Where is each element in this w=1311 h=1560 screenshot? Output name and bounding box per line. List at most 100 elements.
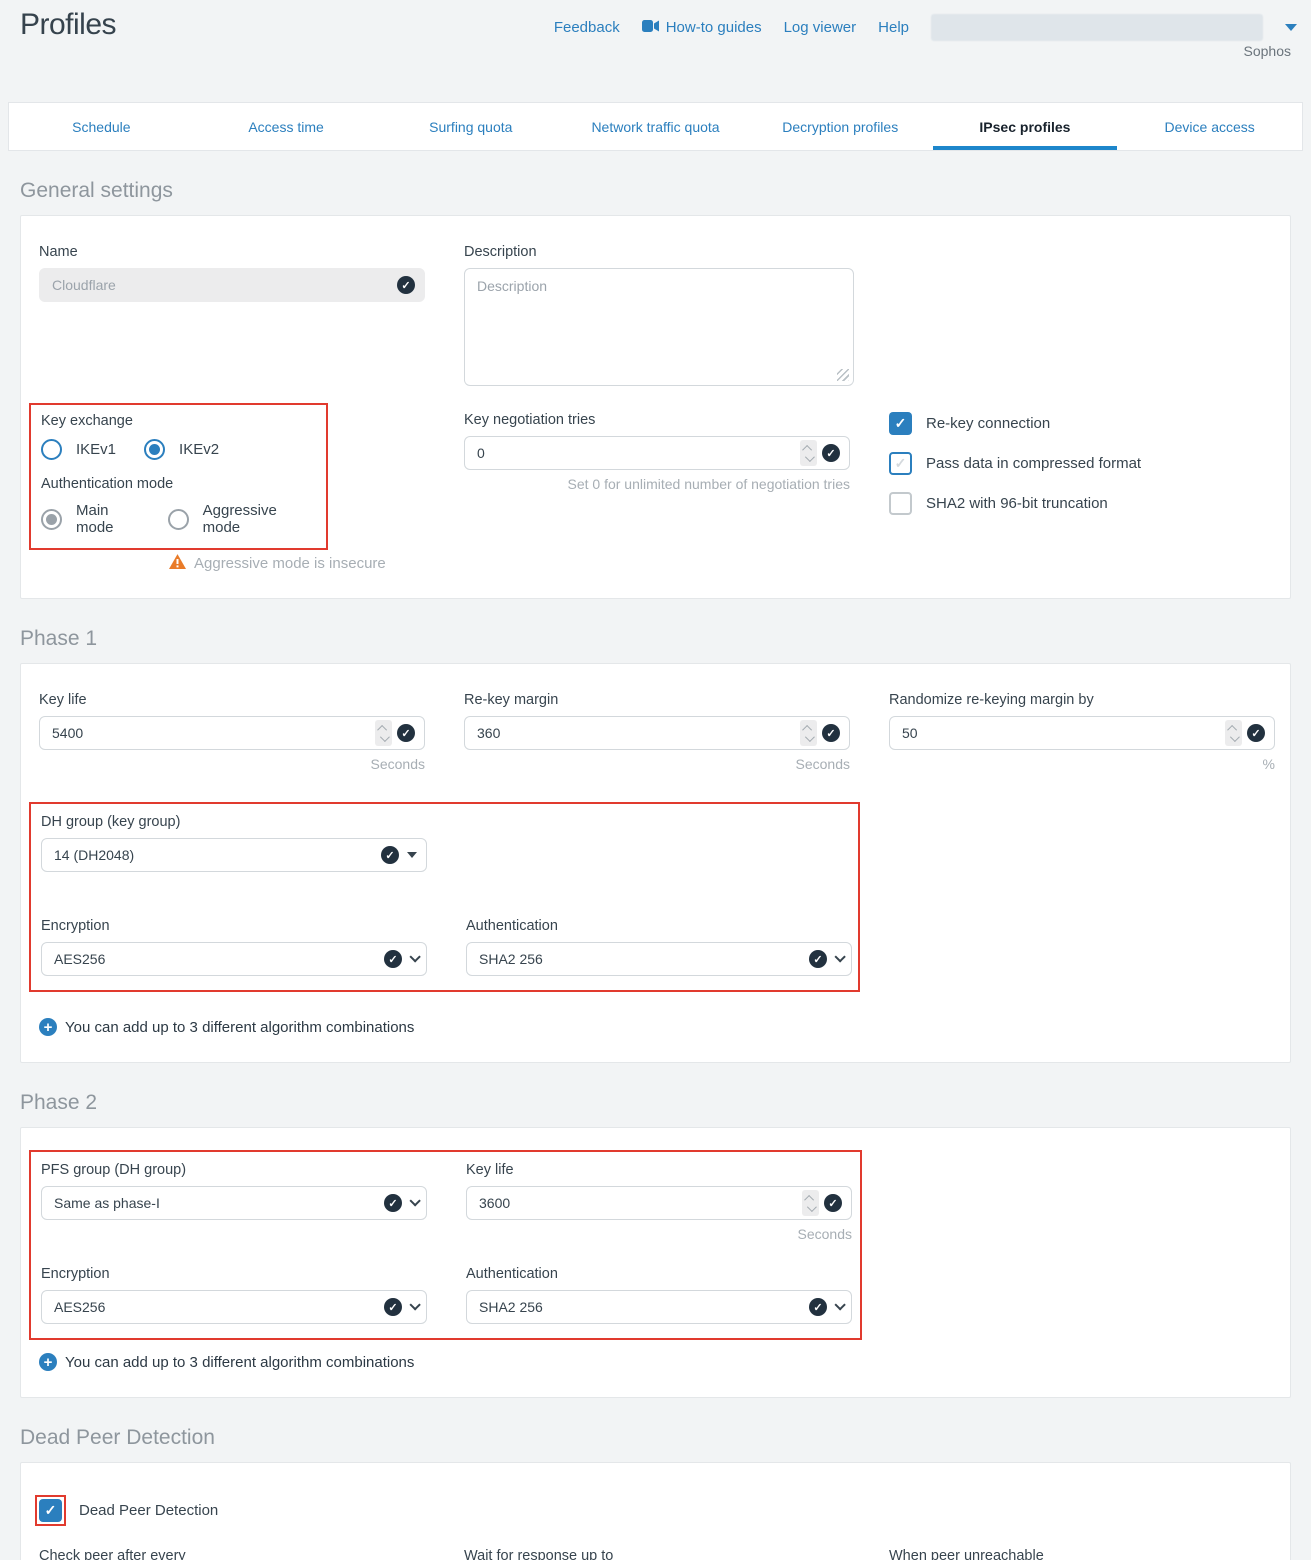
- account-selector[interactable]: [931, 14, 1263, 41]
- sha2-truncation-checkbox[interactable]: [889, 492, 912, 515]
- phase2-heading: Phase 2: [20, 1091, 1311, 1115]
- p2-key-life-input[interactable]: 3600 ✓: [466, 1186, 852, 1220]
- valid-check-icon: ✓: [397, 724, 415, 742]
- aggressive-mode-label: Aggressive mode: [203, 502, 302, 536]
- valid-check-icon: ✓: [824, 1194, 842, 1212]
- page-header: Profiles Feedback How-to guides Log view…: [0, 0, 1311, 102]
- annotation-box-dpd-checkbox: ✓: [35, 1495, 66, 1526]
- annotation-box-phase2-algorithms: PFS group (DH group) Same as phase-I ✓ K…: [29, 1150, 862, 1340]
- p2-encryption-label: Encryption: [41, 1266, 427, 1282]
- compressed-format-label: Pass data in compressed format: [926, 455, 1141, 472]
- valid-check-icon: ✓: [809, 1298, 827, 1316]
- add-icon[interactable]: +: [39, 1353, 57, 1371]
- p1-key-life-label: Key life: [39, 692, 425, 708]
- general-settings-heading: General settings: [20, 179, 1311, 203]
- percent-helper: %: [889, 756, 1275, 772]
- phase1-card: Key life 5400 ✓ Seconds Re-key margin 36…: [20, 663, 1291, 1063]
- seconds-helper: Seconds: [466, 1226, 852, 1242]
- p1-dh-group-select[interactable]: 14 (DH2048) ✓: [41, 838, 427, 872]
- tab-device-access[interactable]: Device access: [1117, 103, 1302, 150]
- name-label: Name: [39, 244, 425, 260]
- p1-dh-group: DH group (key group) 14 (DH2048) ✓: [41, 814, 427, 872]
- key-negotiation-input[interactable]: 0 ✓: [464, 436, 850, 470]
- p1-encryption-select[interactable]: AES256 ✓: [41, 942, 427, 976]
- tab-surfing-quota[interactable]: Surfing quota: [378, 103, 563, 150]
- howto-guides-link[interactable]: How-to guides: [642, 19, 762, 36]
- ikev1-radio[interactable]: [41, 439, 62, 460]
- number-spinner[interactable]: [800, 440, 817, 466]
- valid-check-icon: ✓: [397, 276, 415, 294]
- p1-authentication-label: Authentication: [466, 918, 852, 934]
- key-negotiation-group: Key negotiation tries 0 ✓ Set 0 for unli…: [464, 412, 850, 492]
- rekey-connection-checkbox[interactable]: ✓: [889, 412, 912, 435]
- header-nav: Feedback How-to guides Log viewer Help: [554, 14, 1297, 41]
- tab-network-traffic-quota[interactable]: Network traffic quota: [563, 103, 748, 150]
- p1-key-life-group: Key life 5400 ✓ Seconds: [39, 692, 425, 772]
- description-group: Description Description: [464, 244, 850, 386]
- p1-encryption-label: Encryption: [41, 918, 427, 934]
- compressed-format-checkbox[interactable]: ✓: [889, 452, 912, 475]
- auth-mode-label: Authentication mode: [41, 476, 316, 492]
- valid-check-icon: ✓: [1247, 724, 1265, 742]
- number-spinner[interactable]: [800, 720, 817, 746]
- p1-dh-group-label: DH group (key group): [41, 814, 427, 830]
- annotation-box-key-exchange: Key exchange IKEv1 IKEv2 Authentication …: [29, 403, 328, 550]
- p2-pfs-select[interactable]: Same as phase-I ✓: [41, 1186, 427, 1220]
- p2-add-combination-note: + You can add up to 3 different algorith…: [39, 1353, 1272, 1371]
- number-spinner[interactable]: [802, 1190, 819, 1216]
- help-link[interactable]: Help: [878, 19, 909, 36]
- add-icon[interactable]: +: [39, 1018, 57, 1036]
- p1-randomize-input[interactable]: 50 ✓: [889, 716, 1275, 750]
- p1-key-life-input[interactable]: 5400 ✓: [39, 716, 425, 750]
- key-exchange-label: Key exchange: [41, 413, 316, 429]
- chevron-down-icon[interactable]: [1285, 24, 1297, 31]
- number-spinner[interactable]: [1225, 720, 1242, 746]
- chevron-down-icon: [409, 951, 420, 962]
- dpd-check-peer-group: Check peer after every 30 ✓ Seconds: [39, 1548, 425, 1560]
- brand-label: Sophos: [1244, 43, 1291, 59]
- aggressive-warning: Aggressive mode is insecure: [169, 554, 425, 572]
- p2-pfs-group: PFS group (DH group) Same as phase-I ✓: [41, 1162, 427, 1220]
- dpd-check-peer-label: Check peer after every: [39, 1548, 425, 1560]
- number-spinner[interactable]: [375, 720, 392, 746]
- tab-access-time[interactable]: Access time: [194, 103, 379, 150]
- valid-check-icon: ✓: [384, 950, 402, 968]
- key-exchange-group: Key exchange IKEv1 IKEv2 Authentication …: [39, 412, 425, 572]
- p1-rekey-margin-input[interactable]: 360 ✓: [464, 716, 850, 750]
- valid-check-icon: ✓: [822, 444, 840, 462]
- feedback-link[interactable]: Feedback: [554, 19, 620, 36]
- log-viewer-link[interactable]: Log viewer: [784, 19, 857, 36]
- name-group: Name Cloudflare ✓: [39, 244, 425, 302]
- dpd-unreachable-label: When peer unreachable: [889, 1548, 1275, 1560]
- dpd-enable-label: Dead Peer Detection: [79, 1502, 218, 1519]
- main-mode-radio[interactable]: [41, 509, 62, 530]
- tab-schedule[interactable]: Schedule: [9, 103, 194, 150]
- chevron-down-icon: [409, 1299, 420, 1310]
- tab-ipsec-profiles[interactable]: IPsec profiles: [933, 103, 1118, 150]
- valid-check-icon: ✓: [822, 724, 840, 742]
- p1-randomize-group: Randomize re-keying margin by 50 ✓ %: [889, 692, 1275, 772]
- ikev2-radio[interactable]: [144, 439, 165, 460]
- name-input[interactable]: Cloudflare ✓: [39, 268, 425, 302]
- p2-encryption-select[interactable]: AES256 ✓: [41, 1290, 427, 1324]
- phase2-card: PFS group (DH group) Same as phase-I ✓ K…: [20, 1127, 1291, 1398]
- general-settings-card: Name Cloudflare ✓ Description Descriptio…: [20, 215, 1291, 599]
- resize-handle[interactable]: [837, 369, 849, 381]
- tab-decryption-profiles[interactable]: Decryption profiles: [748, 103, 933, 150]
- main-mode-label: Main mode: [76, 502, 140, 536]
- dpd-wait-group: Wait for response up to 120 ✓ Seconds: [464, 1548, 850, 1560]
- p2-authentication-select[interactable]: SHA2 256 ✓: [466, 1290, 852, 1324]
- seconds-helper: Seconds: [464, 756, 850, 772]
- valid-check-icon: ✓: [384, 1194, 402, 1212]
- dpd-enable-row: ✓ Dead Peer Detection: [39, 1495, 1272, 1526]
- chevron-down-icon: [834, 951, 845, 962]
- p1-authentication-select[interactable]: SHA2 256 ✓: [466, 942, 852, 976]
- valid-check-icon: ✓: [809, 950, 827, 968]
- p2-pfs-label: PFS group (DH group): [41, 1162, 427, 1178]
- profile-tabs: Schedule Access time Surfing quota Netwo…: [8, 102, 1303, 151]
- p2-authentication-label: Authentication: [466, 1266, 852, 1282]
- aggressive-mode-radio[interactable]: [168, 509, 189, 530]
- dpd-unreachable-group: When peer unreachable Re-initiate ✓: [889, 1548, 1275, 1560]
- dpd-enable-checkbox[interactable]: ✓: [39, 1499, 62, 1522]
- description-textarea[interactable]: Description: [464, 268, 854, 386]
